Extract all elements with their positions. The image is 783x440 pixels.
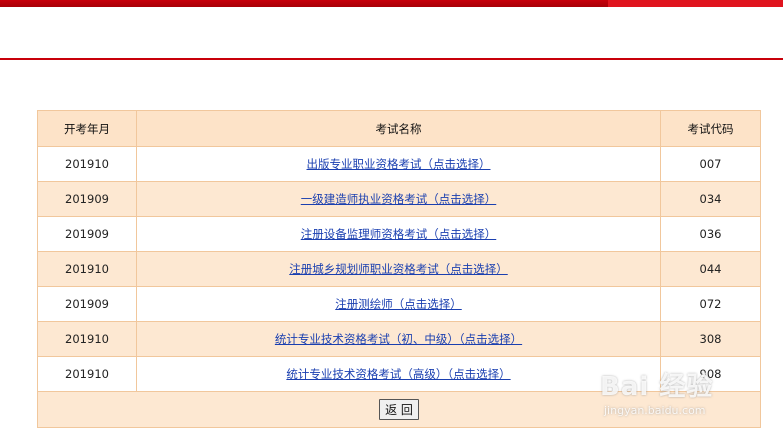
header-exam-name: 考试名称 <box>136 110 661 147</box>
exam-table: 开考年月 考试名称 考试代码 201910 出版专业职业资格考试（点击选择） 0… <box>37 110 761 428</box>
table-row: 201909 一级建造师执业资格考试（点击选择） 034 <box>37 181 761 217</box>
exam-code: 007 <box>660 146 761 182</box>
table-header-row: 开考年月 考试名称 考试代码 <box>37 110 761 147</box>
table-row: 201910 注册城乡规划师职业资格考试（点击选择） 044 <box>37 251 761 287</box>
table-row: 201909 注册测绘师（点击选择） 072 <box>37 286 761 322</box>
exam-date: 201910 <box>37 356 137 392</box>
exam-link[interactable]: 出版专业职业资格考试（点击选择） <box>307 157 491 171</box>
exam-link[interactable]: 一级建造师执业资格考试（点击选择） <box>301 192 497 206</box>
exam-date: 201910 <box>37 321 137 357</box>
exam-code: 034 <box>660 181 761 217</box>
exam-name-cell: 注册设备监理师资格考试（点击选择） <box>136 216 661 252</box>
header-divider <box>0 58 783 60</box>
exam-date: 201909 <box>37 286 137 322</box>
footer-cell: 返 回 <box>37 391 761 428</box>
table-row: 201910 出版专业职业资格考试（点击选择） 007 <box>37 146 761 182</box>
exam-name-cell: 统计专业技术资格考试（初、中级）（点击选择） <box>136 321 661 357</box>
exam-link[interactable]: 注册设备监理师资格考试（点击选择） <box>301 227 497 241</box>
exam-date: 201910 <box>37 146 137 182</box>
exam-code: 308 <box>660 321 761 357</box>
exam-date: 201909 <box>37 181 137 217</box>
exam-link[interactable]: 注册测绘师（点击选择） <box>335 297 462 311</box>
exam-name-cell: 一级建造师执业资格考试（点击选择） <box>136 181 661 217</box>
table-row: 201909 注册设备监理师资格考试（点击选择） 036 <box>37 216 761 252</box>
exam-code: 908 <box>660 356 761 392</box>
exam-date: 201909 <box>37 216 137 252</box>
top-bar-accent <box>608 0 783 7</box>
top-red-bar <box>0 0 783 7</box>
exam-link[interactable]: 注册城乡规划师职业资格考试（点击选择） <box>289 262 508 276</box>
exam-date: 201910 <box>37 251 137 287</box>
back-button[interactable]: 返 回 <box>379 399 419 420</box>
exam-name-cell: 注册测绘师（点击选择） <box>136 286 661 322</box>
exam-name-cell: 出版专业职业资格考试（点击选择） <box>136 146 661 182</box>
table-row: 201910 统计专业技术资格考试（初、中级）（点击选择） 308 <box>37 321 761 357</box>
header-exam-date: 开考年月 <box>37 110 137 147</box>
exam-code: 036 <box>660 216 761 252</box>
exam-link[interactable]: 统计专业技术资格考试（初、中级）（点击选择） <box>275 332 522 346</box>
table-row: 201910 统计专业技术资格考试（高级）（点击选择） 908 <box>37 356 761 392</box>
table-footer-row: 返 回 <box>37 391 761 428</box>
exam-link[interactable]: 统计专业技术资格考试（高级）（点击选择） <box>286 367 510 381</box>
exam-code: 044 <box>660 251 761 287</box>
exam-code: 072 <box>660 286 761 322</box>
header-exam-code: 考试代码 <box>660 110 761 147</box>
exam-name-cell: 注册城乡规划师职业资格考试（点击选择） <box>136 251 661 287</box>
exam-name-cell: 统计专业技术资格考试（高级）（点击选择） <box>136 356 661 392</box>
